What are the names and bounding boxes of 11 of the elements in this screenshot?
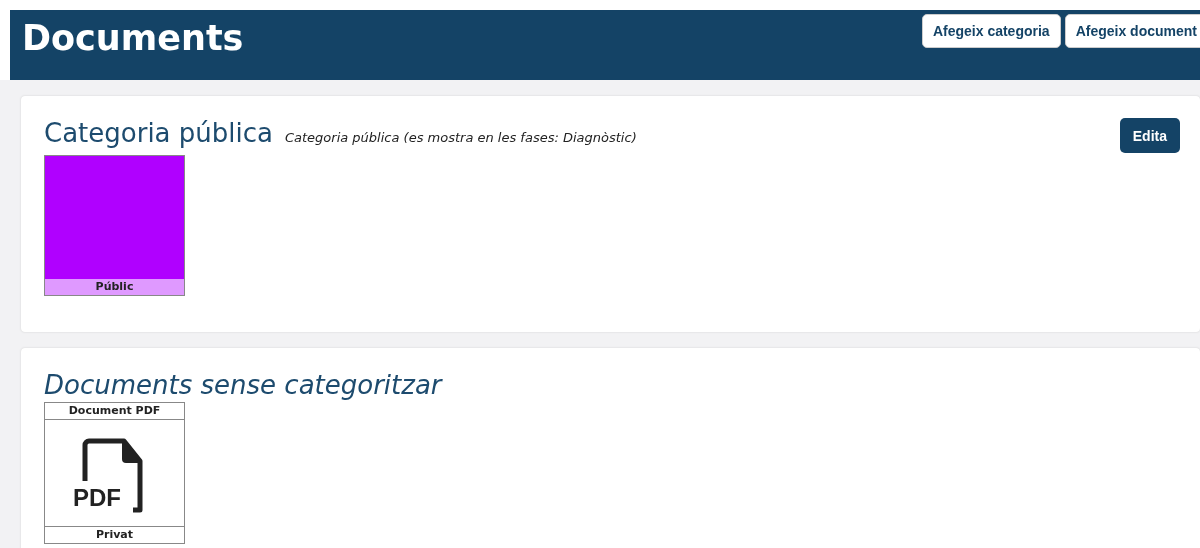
category-description: Categoria pública (es mostra en les fases: Diagnòstic) bbox=[284, 130, 637, 145]
swatch-label: Públic bbox=[45, 279, 184, 295]
page-title: Documents bbox=[22, 18, 244, 58]
pdf-label: PDF bbox=[73, 486, 121, 510]
section-title: Categoria pública bbox=[44, 118, 273, 148]
visibility-label: Privat bbox=[94, 527, 135, 543]
edit-button[interactable]: Edita bbox=[1119, 118, 1180, 153]
add-button[interactable]: Afegeix categoria bbox=[921, 14, 1061, 48]
section-title: Documents sense categoritzar bbox=[44, 370, 442, 400]
document-name: Document PDF bbox=[67, 403, 162, 419]
add-button[interactable]: Afegeix document bbox=[1064, 14, 1200, 48]
